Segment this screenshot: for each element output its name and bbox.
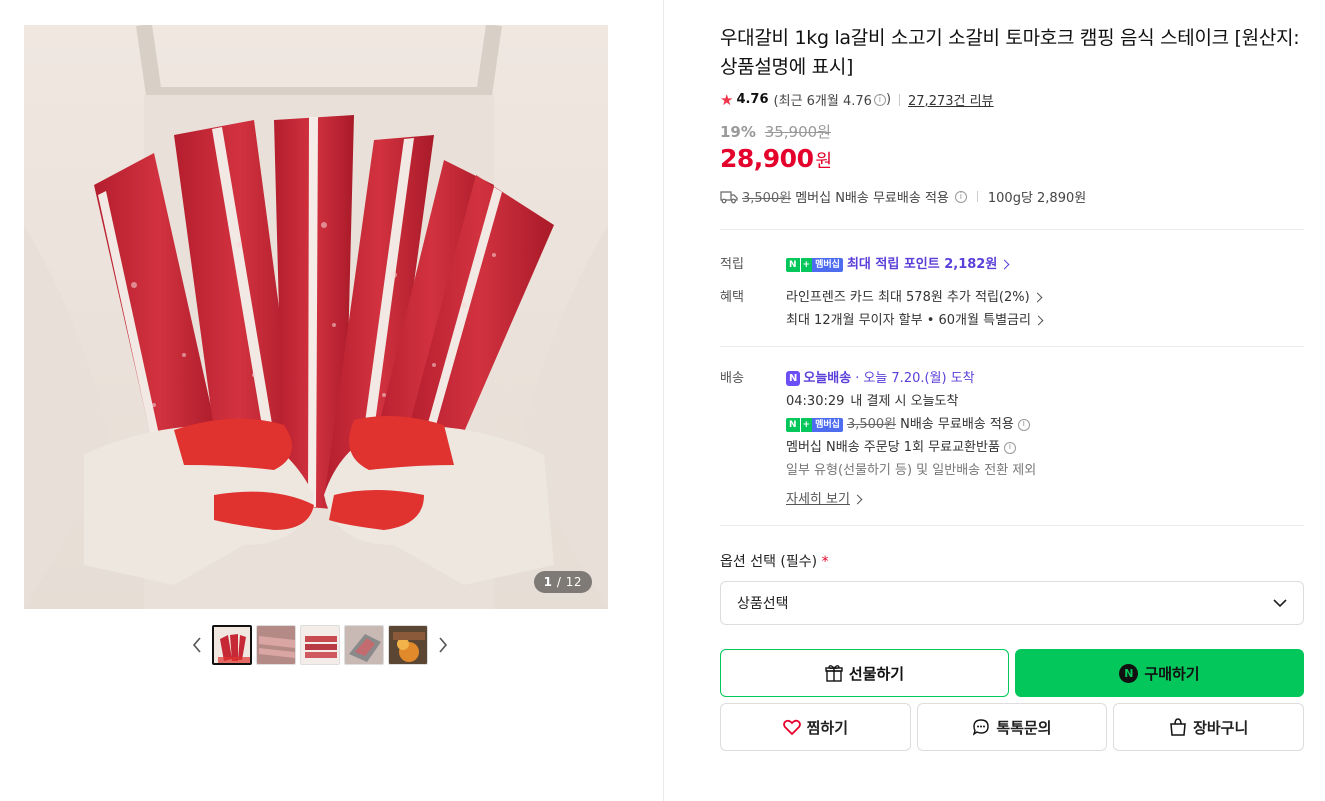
thumb-image — [389, 626, 427, 664]
rating-row: ★ 4.76 (최근 6개월 4.76 i ) 27,273건 리뷰 — [720, 90, 1304, 110]
primary-actions: 선물하기 N 구매하기 — [720, 649, 1304, 697]
sale-price: 28,900 — [720, 144, 814, 173]
section-divider — [720, 346, 1304, 347]
cart-button[interactable]: 장바구니 — [1113, 703, 1305, 751]
discount-row: 19% 35,900원 — [720, 121, 1304, 142]
thumb-image — [214, 627, 250, 663]
rating-value: 4.76 — [736, 92, 769, 107]
chevron-right-icon — [1032, 292, 1043, 303]
image-counter: 1 / 12 — [533, 571, 592, 593]
thumbnail-strip — [0, 625, 632, 665]
shipping-row: 3,500원 멤버십 N배송 무료배송 적용 i 100g당 2,890원 — [720, 187, 1304, 206]
thumbnail-3[interactable] — [300, 625, 340, 665]
shopping-bag-icon — [1170, 718, 1186, 736]
product-info: 우대갈비 1kg la갈비 소고기 소갈비 토마호크 캠핑 음식 스테이크 [원… — [720, 24, 1305, 751]
option-select-value: 상품선택 — [737, 596, 789, 612]
gift-icon — [825, 665, 843, 682]
membership-badge: N + 멤버십 — [786, 417, 843, 432]
exchange-row: 멤버십 N배송 주문당 1회 무료교환반품 i — [786, 436, 1304, 459]
npay-icon: N — [1119, 663, 1139, 683]
secondary-actions: 찜하기 톡톡문의 장바구니 — [720, 703, 1305, 751]
rating-recent: (최근 6개월 4.76 — [773, 94, 872, 109]
discount-percent: 19% — [720, 123, 756, 141]
section-divider — [720, 229, 1304, 230]
ribs-photo — [24, 25, 608, 609]
thumbnail-2[interactable] — [256, 625, 296, 665]
rating-recent-close: ) — [885, 92, 892, 107]
info-icon[interactable]: i — [954, 190, 967, 203]
shipping-note: 멤버십 N배송 무료배송 적용 — [795, 191, 949, 206]
thumbnail-4[interactable] — [344, 625, 384, 665]
main-product-image[interactable]: 1 / 12 — [24, 25, 608, 609]
section-divider — [720, 525, 1304, 526]
detail-link[interactable]: 자세히 보기 — [786, 488, 850, 511]
original-price: 35,900원 — [764, 123, 831, 141]
countdown-row: 04:30:29 내 결제 시 오늘도착 — [786, 390, 1304, 413]
countdown-timer: 04:30:29 — [786, 394, 845, 409]
unit-price: 100g당 2,890원 — [987, 191, 1087, 206]
review-count-link[interactable]: 27,273건 리뷰 — [908, 90, 994, 109]
chevron-down-icon — [1273, 598, 1287, 607]
points-text: 최대 적립 포인트 2,182원 — [846, 257, 998, 272]
thumb-image — [257, 626, 295, 664]
points-label: 적립 — [720, 257, 744, 272]
benefits-label: 혜택 — [720, 290, 744, 305]
divider — [899, 93, 901, 106]
thumbnail-5[interactable] — [388, 625, 428, 665]
option-section: 옵션 선택 (필수) * 상품선택 — [720, 551, 1304, 625]
exclusion-note: 일부 유형(선물하기 등) 및 일반배송 전환 제외 — [786, 463, 1037, 478]
info-icon[interactable]: i — [1003, 441, 1016, 454]
info-icon[interactable]: i — [1017, 418, 1030, 431]
price-row: 28,900 원 — [720, 144, 1304, 173]
points-section: 적립 N + 멤버십 최대 적립 포인트 2,182원 — [720, 253, 1304, 276]
free-shipping-row: N + 멤버십 3,500원 N배송 무료배송 적용 i — [786, 413, 1304, 436]
benefits-section: 혜택 라인프렌즈 카드 최대 578원 추가 적립(2%) 최대 12개월 무이… — [720, 286, 1304, 332]
today-delivery-badge: N — [786, 371, 801, 386]
next-image-button[interactable] — [432, 625, 454, 665]
prev-image-button[interactable] — [186, 625, 208, 665]
chevron-right-icon — [999, 259, 1010, 270]
arrival-date: 오늘 7.20.(월) 도착 — [863, 371, 975, 386]
delivery-fee: 3,500원 — [846, 417, 897, 432]
points-link[interactable]: N + 멤버십 최대 적립 포인트 2,182원 — [786, 253, 1304, 276]
thumbnail-1[interactable] — [212, 625, 252, 665]
benefit-item[interactable]: 최대 12개월 무이자 할부 • 60개월 특별금리 — [786, 309, 1304, 332]
membership-badge: N + 멤버십 — [786, 257, 843, 272]
thumb-image — [301, 626, 339, 664]
option-label: 옵션 선택 (필수) * — [720, 554, 829, 570]
chevron-right-icon — [1033, 315, 1044, 326]
chevron-left-icon — [192, 637, 201, 653]
today-delivery-label: 오늘배송 — [803, 371, 852, 386]
gift-button[interactable]: 선물하기 — [720, 649, 1009, 697]
divider — [976, 191, 978, 202]
chevron-right-icon — [852, 494, 863, 505]
product-gallery: 1 / 12 — [0, 0, 664, 801]
shipping-fee: 3,500원 — [742, 191, 792, 206]
talk-inquiry-button[interactable]: 톡톡문의 — [916, 703, 1108, 751]
today-delivery-row: N 오늘배송 · 오늘 7.20.(월) 도착 — [786, 367, 1304, 390]
wishlist-button[interactable]: 찜하기 — [720, 703, 911, 751]
delivery-label: 배송 — [720, 371, 744, 386]
option-select[interactable]: 상품선택 — [720, 581, 1304, 625]
heart-icon — [782, 719, 801, 735]
buy-button[interactable]: N 구매하기 — [1015, 649, 1304, 697]
product-title: 우대갈비 1kg la갈비 소고기 소갈비 토마호크 캠핑 음식 스테이크 [원… — [720, 27, 1300, 78]
chevron-right-icon — [439, 637, 448, 653]
star-icon: ★ — [720, 90, 734, 109]
detail-link-row[interactable]: 자세히 보기 — [786, 488, 1304, 511]
thumb-image — [345, 626, 383, 664]
price-unit: 원 — [815, 151, 833, 172]
delivery-section: 배송 N 오늘배송 · 오늘 7.20.(월) 도착 04:30:29 내 결제… — [720, 367, 1304, 511]
truck-icon — [720, 190, 738, 203]
benefit-item[interactable]: 라인프렌즈 카드 최대 578원 추가 적립(2%) — [786, 286, 1304, 309]
chat-icon — [973, 719, 990, 736]
info-icon[interactable]: i — [873, 93, 886, 106]
